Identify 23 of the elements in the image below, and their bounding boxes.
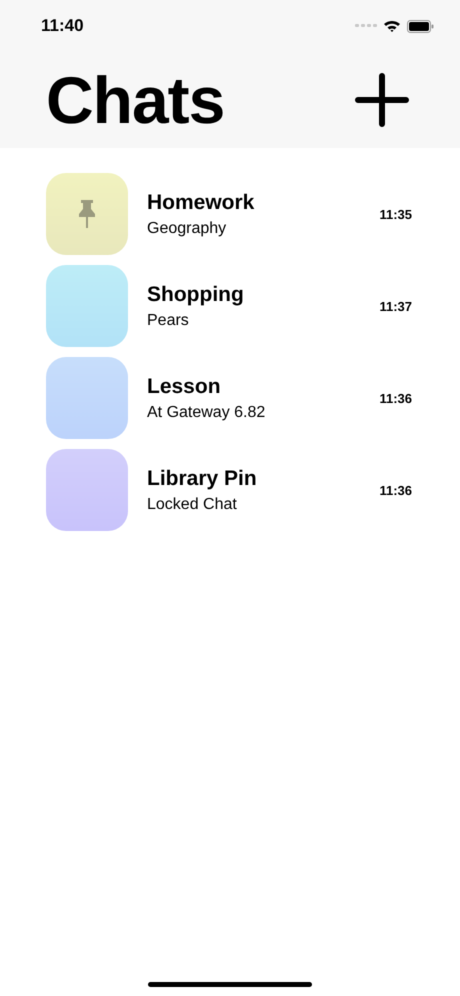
- chat-time: 11:35: [379, 206, 412, 222]
- status-time: 11:40: [41, 16, 84, 36]
- chat-preview: Locked Chat: [147, 496, 238, 514]
- chat-time: 11:37: [379, 298, 412, 314]
- signal-icon: [355, 24, 377, 28]
- chat-avatar[interactable]: [46, 265, 128, 347]
- chat-preview: At Gateway 6.82: [147, 404, 266, 422]
- pin-icon: [77, 199, 97, 229]
- chat-avatar[interactable]: [46, 357, 128, 439]
- chat-preview: Pears: [147, 312, 190, 330]
- chat-avatar[interactable]: [46, 449, 128, 531]
- battery-icon: [407, 20, 434, 32]
- wifi-icon: [383, 19, 401, 33]
- chat-name: Shopping: [147, 282, 245, 306]
- page-title: Chats: [46, 62, 224, 139]
- add-icon[interactable]: [355, 73, 409, 127]
- chat-preview: Geography: [147, 220, 228, 238]
- chat-time: 11:36: [379, 482, 412, 498]
- chat-name: Lesson: [147, 374, 222, 398]
- chat-time: 11:36: [379, 390, 412, 406]
- chat-name: Library Pin: [147, 466, 258, 490]
- chat-avatar[interactable]: [46, 173, 128, 255]
- chat-name: Homework: [147, 190, 256, 214]
